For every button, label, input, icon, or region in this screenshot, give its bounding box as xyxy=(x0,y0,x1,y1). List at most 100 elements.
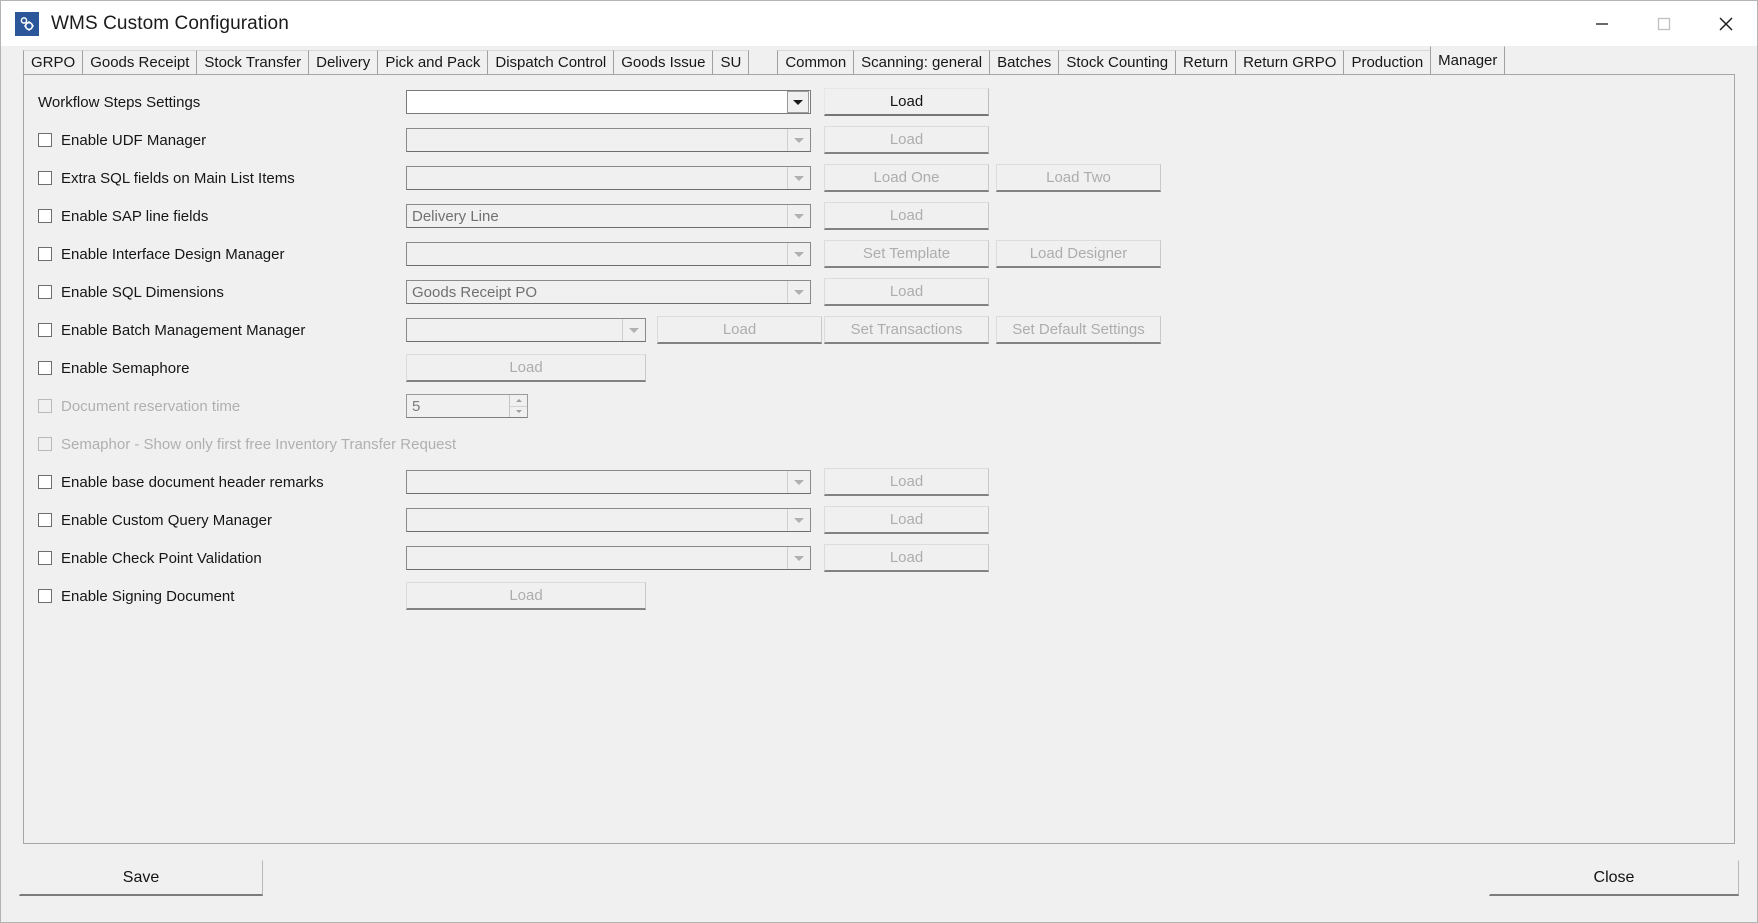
close-icon[interactable] xyxy=(1695,1,1757,46)
minimize-icon[interactable] xyxy=(1571,1,1633,46)
base-document-remarks-combo[interactable] xyxy=(406,470,811,494)
base-document-remarks-checkbox[interactable] xyxy=(38,475,52,489)
stepper-up-icon xyxy=(510,395,527,407)
chevron-down-icon[interactable] xyxy=(787,281,810,303)
tab-pick-and-pack[interactable]: Pick and Pack xyxy=(377,50,487,74)
custom-query-manager-label: Enable Custom Query Manager xyxy=(61,512,272,529)
base-document-remarks-check-cell[interactable]: Enable base document header remarks xyxy=(38,463,324,501)
row-document-reservation-time: Document reservation time 5 xyxy=(24,387,1734,425)
tab-stock-counting[interactable]: Stock Counting xyxy=(1058,50,1175,74)
sap-line-fields-check-cell[interactable]: Enable SAP line fields xyxy=(38,197,208,235)
extra-sql-fields-load-one-button[interactable]: Load One xyxy=(824,164,989,192)
semaphore-load-button[interactable]: Load xyxy=(406,354,646,382)
chevron-down-icon[interactable] xyxy=(787,167,810,189)
extra-sql-fields-combo[interactable] xyxy=(406,166,811,190)
sql-dimensions-label: Enable SQL Dimensions xyxy=(61,284,224,301)
udf-manager-checkbox[interactable] xyxy=(38,133,52,147)
chevron-down-icon[interactable] xyxy=(787,471,810,493)
check-point-validation-combo[interactable] xyxy=(406,546,811,570)
sql-dimensions-checkbox[interactable] xyxy=(38,285,52,299)
batch-management-load-button[interactable]: Load xyxy=(657,316,822,344)
custom-query-manager-load-button[interactable]: Load xyxy=(824,506,989,534)
maximize-icon[interactable] xyxy=(1633,1,1695,46)
workflow-steps-load-button[interactable]: Load xyxy=(824,88,989,116)
custom-query-manager-check-cell[interactable]: Enable Custom Query Manager xyxy=(38,501,272,539)
tab-manager[interactable]: Manager xyxy=(1430,46,1505,74)
batch-management-combo[interactable] xyxy=(406,318,646,342)
extra-sql-fields-checkbox[interactable] xyxy=(38,171,52,185)
tab-grpo[interactable]: GRPO xyxy=(23,50,82,74)
tab-delivery[interactable]: Delivery xyxy=(308,50,377,74)
tab-goods-issue[interactable]: Goods Issue xyxy=(613,50,712,74)
tab-common[interactable]: Common xyxy=(777,50,853,74)
chevron-down-icon[interactable] xyxy=(787,509,810,531)
chevron-down-icon[interactable] xyxy=(787,547,810,569)
interface-design-set-template-button[interactable]: Set Template xyxy=(824,240,989,268)
custom-query-manager-checkbox[interactable] xyxy=(38,513,52,527)
extra-sql-fields-load-two-button[interactable]: Load Two xyxy=(996,164,1161,192)
check-point-validation-check-cell[interactable]: Enable Check Point Validation xyxy=(38,539,262,577)
base-document-remarks-load-button[interactable]: Load xyxy=(824,468,989,496)
tab-batches[interactable]: Batches xyxy=(989,50,1058,74)
interface-design-combo[interactable] xyxy=(406,242,811,266)
tab-return-grpo[interactable]: Return GRPO xyxy=(1235,50,1343,74)
interface-design-checkbox[interactable] xyxy=(38,247,52,261)
tab-scanning-general[interactable]: Scanning: general xyxy=(853,50,989,74)
manager-tab-panel: Workflow Steps Settings Load Enable UDF … xyxy=(23,74,1735,844)
signing-document-load-button[interactable]: Load xyxy=(406,582,646,610)
window-title: WMS Custom Configuration xyxy=(51,13,289,35)
tab-stock-transfer[interactable]: Stock Transfer xyxy=(196,50,308,74)
sap-line-fields-label: Enable SAP line fields xyxy=(61,208,208,225)
sap-line-fields-combo-value: Delivery Line xyxy=(407,208,787,225)
extra-sql-fields-label: Extra SQL fields on Main List Items xyxy=(61,170,295,187)
tab-label: Return GRPO xyxy=(1243,54,1336,71)
document-reservation-check-cell: Document reservation time xyxy=(38,387,240,425)
close-button[interactable]: Close xyxy=(1489,860,1739,896)
row-check-point-validation: Enable Check Point Validation Load xyxy=(24,539,1734,577)
interface-design-check-cell[interactable]: Enable Interface Design Manager xyxy=(38,235,284,273)
check-point-validation-checkbox[interactable] xyxy=(38,551,52,565)
sap-line-fields-load-button[interactable]: Load xyxy=(824,202,989,230)
batch-management-check-cell[interactable]: Enable Batch Management Manager xyxy=(38,311,305,349)
tab-production[interactable]: Production xyxy=(1343,50,1430,74)
signing-document-check-cell[interactable]: Enable Signing Document xyxy=(38,577,234,615)
save-button[interactable]: Save xyxy=(19,860,263,896)
button-label: Set Default Settings xyxy=(1012,321,1145,338)
sql-dimensions-load-button[interactable]: Load xyxy=(824,278,989,306)
chevron-down-icon[interactable] xyxy=(787,243,810,265)
udf-manager-load-button[interactable]: Load xyxy=(824,126,989,154)
sap-line-fields-combo[interactable]: Delivery Line xyxy=(406,204,811,228)
check-point-validation-load-button[interactable]: Load xyxy=(824,544,989,572)
tab-label: GRPO xyxy=(31,54,75,71)
semaphore-checkbox[interactable] xyxy=(38,361,52,375)
custom-query-manager-combo[interactable] xyxy=(406,508,811,532)
sql-dimensions-check-cell[interactable]: Enable SQL Dimensions xyxy=(38,273,224,311)
tab-goods-receipt[interactable]: Goods Receipt xyxy=(82,50,196,74)
gears-icon xyxy=(15,12,39,36)
row-base-document-remarks: Enable base document header remarks Load xyxy=(24,463,1734,501)
sql-dimensions-combo[interactable]: Goods Receipt PO xyxy=(406,280,811,304)
tab-label: Stock Transfer xyxy=(204,54,301,71)
tab-su[interactable]: SU xyxy=(712,50,749,74)
chevron-down-icon[interactable] xyxy=(787,205,810,227)
udf-manager-check-cell[interactable]: Enable UDF Manager xyxy=(38,121,206,159)
interface-design-load-designer-button[interactable]: Load Designer xyxy=(996,240,1161,268)
sap-line-fields-checkbox[interactable] xyxy=(38,209,52,223)
batch-management-checkbox[interactable] xyxy=(38,323,52,337)
stepper-down-icon xyxy=(510,407,527,418)
document-reservation-value: 5 xyxy=(407,398,509,415)
tab-return[interactable]: Return xyxy=(1175,50,1235,74)
settings-rows: Workflow Steps Settings Load Enable UDF … xyxy=(24,75,1734,615)
chevron-down-icon[interactable] xyxy=(787,91,809,113)
udf-manager-combo[interactable] xyxy=(406,128,811,152)
tab-dispatch-control[interactable]: Dispatch Control xyxy=(487,50,613,74)
batch-management-set-transactions-button[interactable]: Set Transactions xyxy=(824,316,989,344)
chevron-down-icon[interactable] xyxy=(622,319,645,341)
button-label: Load xyxy=(890,207,923,224)
signing-document-checkbox[interactable] xyxy=(38,589,52,603)
semaphore-check-cell[interactable]: Enable Semaphore xyxy=(38,349,189,387)
workflow-steps-combo[interactable] xyxy=(406,90,811,114)
extra-sql-fields-check-cell[interactable]: Extra SQL fields on Main List Items xyxy=(38,159,295,197)
chevron-down-icon[interactable] xyxy=(787,129,810,151)
batch-management-set-default-settings-button[interactable]: Set Default Settings xyxy=(996,316,1161,344)
